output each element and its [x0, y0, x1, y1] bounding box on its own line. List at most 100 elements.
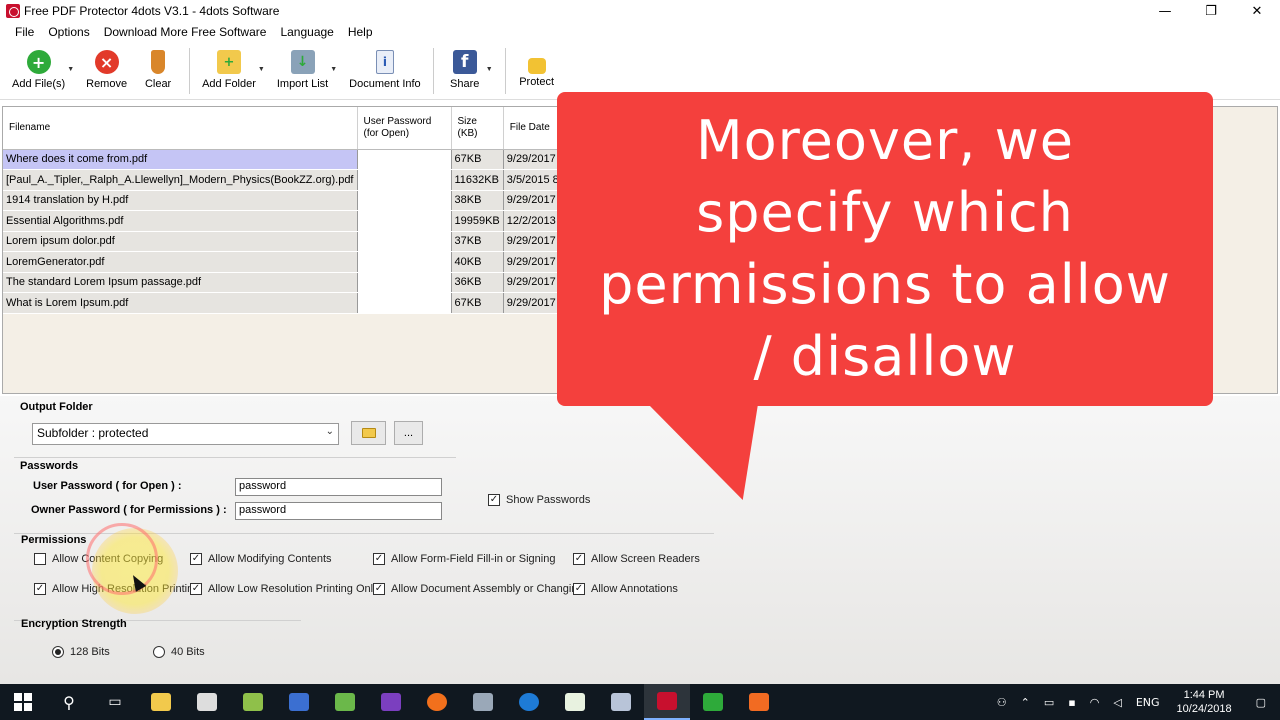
remove-button[interactable]: × Remove: [80, 44, 133, 90]
share-button[interactable]: f Share: [440, 44, 490, 90]
radio-unselected-icon: [153, 646, 165, 658]
allow-modifying-contents-checkbox[interactable]: ✓ Allow Modifying Contents: [190, 553, 332, 565]
close-button[interactable]: ✕: [1234, 0, 1280, 22]
input-language[interactable]: ENG: [1129, 696, 1167, 709]
menu-help[interactable]: Help: [341, 25, 380, 39]
security-icon[interactable]: ▪: [1061, 696, 1082, 709]
remove-label: Remove: [86, 78, 128, 90]
encryption-128-radio[interactable]: 128 Bits: [52, 646, 110, 658]
checkbox-check-icon: ✓: [373, 553, 385, 565]
cell-user-password[interactable]: [357, 169, 452, 191]
clock[interactable]: 1:44 PM 10/24/2018: [1167, 688, 1242, 716]
camtasia-green-icon: [703, 693, 723, 711]
folder-icon: [361, 428, 376, 438]
allow-form-field-fill-in-checkbox[interactable]: ✓ Allow Form-Field Fill-in or Signing: [373, 553, 555, 565]
chevron-up-icon[interactable]: ⌃: [1014, 696, 1037, 709]
owner-password-label: Owner Password ( for Permissions ) :: [31, 504, 227, 516]
table-row[interactable]: 1914 translation by H.pdf 38KB 9/29/2017…: [3, 190, 610, 211]
table-row[interactable]: Essential Algorithms.pdf 19959KB 12/2/20…: [3, 210, 610, 232]
menu-download-more[interactable]: Download More Free Software: [97, 25, 274, 39]
taskbar-camtasia-green[interactable]: [690, 684, 736, 720]
taskbar-explorer[interactable]: [138, 684, 184, 720]
notifications-icon[interactable]: ▢: [1242, 696, 1280, 709]
cell-user-password[interactable]: [357, 251, 452, 273]
taskbar-camera[interactable]: [184, 684, 230, 720]
encryption-40-radio[interactable]: 40 Bits: [153, 646, 205, 658]
taskbar-mail[interactable]: [598, 684, 644, 720]
column-header-size[interactable]: Size (KB): [451, 107, 504, 150]
radio-selected-icon: [52, 646, 64, 658]
show-passwords-checkbox[interactable]: ✓ Show Passwords: [488, 494, 590, 506]
table-row[interactable]: Lorem ipsum dolor.pdf 37KB 9/29/2017 8:3…: [3, 231, 610, 252]
search-button[interactable]: ⚲: [46, 684, 92, 720]
allow-annotations-checkbox[interactable]: ✓ Allow Annotations: [573, 583, 678, 595]
brush-icon: [151, 50, 166, 74]
task-view-button[interactable]: ▭: [92, 684, 138, 720]
document-info-button[interactable]: i Document Info: [343, 44, 427, 90]
browse-folder-button[interactable]: ...: [394, 421, 423, 445]
mail-icon: [611, 693, 631, 711]
cell-user-password[interactable]: [357, 231, 452, 252]
toolbar-separator: [189, 48, 191, 94]
taskbar-app[interactable]: [460, 684, 506, 720]
taskbar-checklist[interactable]: [552, 684, 598, 720]
checkbox-check-icon: ✓: [190, 583, 202, 595]
taskbar-save-app[interactable]: [276, 684, 322, 720]
taskbar-editor[interactable]: [322, 684, 368, 720]
firefox-icon: [427, 693, 447, 711]
output-folder-title: Output Folder: [20, 401, 93, 413]
taskbar-notepadpp[interactable]: [230, 684, 276, 720]
import-list-label: Import List: [276, 78, 329, 90]
volume-icon[interactable]: ◁: [1106, 696, 1128, 709]
cell-filename: Where does it come from.pdf: [3, 149, 358, 170]
open-folder-button[interactable]: [351, 421, 386, 445]
cell-user-password[interactable]: [357, 272, 452, 293]
taskbar-firefox[interactable]: [414, 684, 460, 720]
cell-filename: What is Lorem Ipsum.pdf: [3, 292, 358, 314]
output-folder-select[interactable]: Subfolder : protected ⌄: [32, 423, 339, 445]
cell-user-password[interactable]: [357, 292, 452, 314]
cell-user-password[interactable]: [357, 149, 452, 170]
toolbar-separator: [504, 48, 506, 94]
import-icon: ↓: [290, 50, 315, 74]
checkbox-check-icon: ✓: [573, 553, 585, 565]
cell-user-password[interactable]: [357, 190, 452, 211]
table-row[interactable]: The standard Lorem Ipsum passage.pdf 36K…: [3, 272, 610, 293]
minimize-button[interactable]: —: [1142, 0, 1188, 22]
permission-label: Allow Document Assembly or Changing: [391, 583, 584, 595]
column-header-user-password[interactable]: User Password (for Open): [357, 107, 452, 150]
toolbar-separator: [432, 48, 434, 94]
add-files-button[interactable]: + Add File(s): [6, 44, 71, 90]
battery-icon[interactable]: ▭: [1037, 696, 1061, 709]
camtasia-orange-icon: [749, 693, 769, 711]
table-row[interactable]: LoremGenerator.pdf 40KB 9/29/2017 8:30:2…: [3, 251, 610, 273]
cell-user-password[interactable]: [357, 210, 452, 232]
table-row[interactable]: What is Lorem Ipsum.pdf 67KB 9/29/2017 8…: [3, 292, 610, 314]
user-password-input[interactable]: password: [235, 478, 442, 496]
checkbox-check-icon: ✓: [34, 583, 46, 595]
cell-filename: LoremGenerator.pdf: [3, 251, 358, 273]
clear-button[interactable]: Clear: [133, 44, 183, 90]
menu-file[interactable]: File: [8, 25, 41, 39]
encryption-strength-title: Encryption Strength: [21, 618, 127, 630]
maximize-button[interactable]: ❐: [1188, 0, 1234, 22]
start-button[interactable]: [0, 684, 46, 720]
allow-low-resolution-printing-checkbox[interactable]: ✓ Allow Low Resolution Printing Only: [190, 583, 379, 595]
taskbar-pdf-protector[interactable]: [644, 684, 690, 720]
import-list-button[interactable]: ↓ Import List: [271, 44, 334, 90]
menu-options[interactable]: Options: [41, 25, 96, 39]
protect-button[interactable]: Protect: [512, 44, 562, 88]
menu-language[interactable]: Language: [273, 25, 340, 39]
column-header-filename[interactable]: Filename: [3, 107, 358, 150]
owner-password-input[interactable]: password: [235, 502, 442, 520]
allow-document-assembly-checkbox[interactable]: ✓ Allow Document Assembly or Changing: [373, 583, 584, 595]
taskbar-camtasia-orange[interactable]: [736, 684, 782, 720]
wifi-icon[interactable]: ◠: [1083, 696, 1107, 709]
allow-screen-readers-checkbox[interactable]: ✓ Allow Screen Readers: [573, 553, 700, 565]
table-row[interactable]: [Paul_A._Tipler,_Ralph_A.Llewellyn]_Mode…: [3, 169, 610, 191]
add-folder-button[interactable]: + Add Folder: [196, 44, 262, 90]
taskbar-visual-studio[interactable]: [368, 684, 414, 720]
table-row[interactable]: Where does it come from.pdf 67KB 9/29/20…: [3, 149, 610, 170]
taskbar-browser[interactable]: [506, 684, 552, 720]
people-icon[interactable]: ⚇: [990, 696, 1014, 709]
